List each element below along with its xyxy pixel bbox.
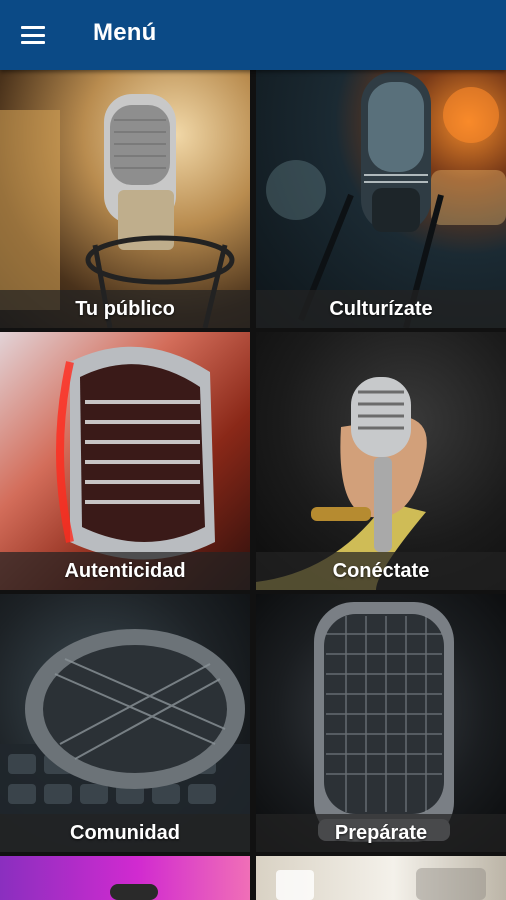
menu-tile-culturizate[interactable]: Culturízate [256, 70, 506, 328]
menu-tile-conectate[interactable]: Conéctate [256, 332, 506, 590]
menu-tile-preparate[interactable]: Prepárate [256, 594, 506, 852]
menu-tile-comunidad[interactable]: Comunidad [0, 594, 250, 852]
microphone-purple-background-image [0, 856, 250, 900]
tile-label: Comunidad [0, 814, 250, 852]
app-bar: Menú [0, 0, 506, 70]
tile-label: Tu público [0, 290, 250, 328]
menu-tile-partial-right[interactable] [256, 856, 506, 900]
tile-label: Prepárate [256, 814, 506, 852]
bright-room-photo-image [256, 856, 506, 900]
page-title: Menú [93, 19, 157, 46]
tile-label: Autenticidad [0, 552, 250, 590]
menu-button[interactable] [10, 15, 56, 55]
menu-tile-autenticidad[interactable]: Autenticidad [0, 332, 250, 590]
tile-label: Conéctate [256, 552, 506, 590]
hamburger-menu-icon [21, 26, 45, 44]
menu-tile-partial-left[interactable] [0, 856, 250, 900]
menu-grid: Tu público Culturízate Autenticidad Coné… [0, 70, 506, 900]
tile-label: Culturízate [256, 290, 506, 328]
menu-tile-tu-publico[interactable]: Tu público [0, 70, 250, 328]
